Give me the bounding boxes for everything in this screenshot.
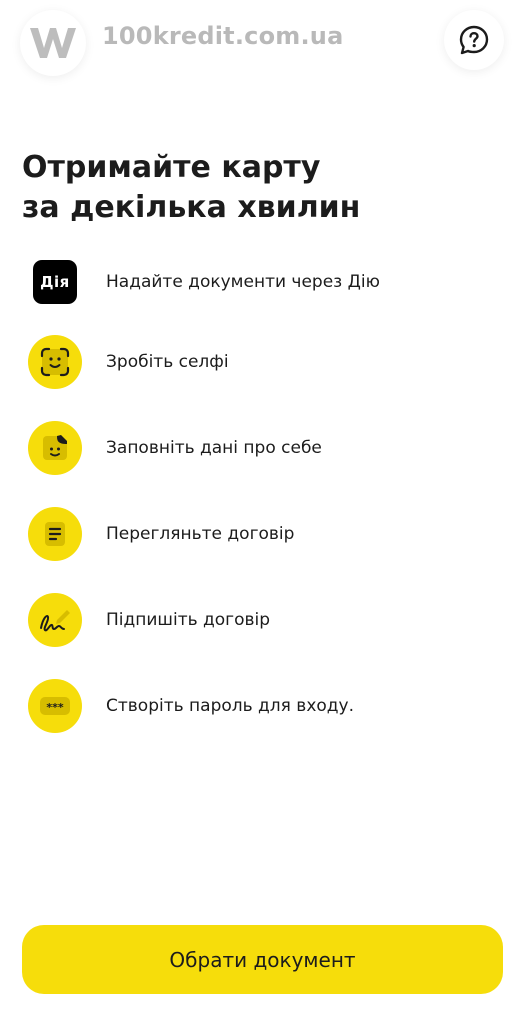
step-label: Створіть пароль для входу. xyxy=(106,696,354,716)
question-chat-icon xyxy=(459,25,489,55)
page-title: Отримайте карту за декілька хвилин xyxy=(22,148,502,228)
step-label: Перегляньте договір xyxy=(106,524,295,544)
step-item-personal-data: Заповніть дані про себе xyxy=(28,421,508,475)
title-line-2: за декілька хвилин xyxy=(22,190,361,225)
choose-document-button[interactable]: Обрати документ xyxy=(22,925,503,994)
w-logo-icon xyxy=(30,28,76,58)
step-item-sign-contract: Підпишіть договір xyxy=(28,593,508,647)
title-line-1: Отримайте карту xyxy=(22,150,321,185)
diia-icon-text: Дія xyxy=(33,260,77,304)
step-item-review-contract: Перегляньте договір xyxy=(28,507,508,561)
step-item-selfie: Зробіть селфі xyxy=(28,335,508,389)
signature-icon xyxy=(28,593,82,647)
password-icon: *** xyxy=(28,679,82,733)
step-item-create-password: *** Створіть пароль для входу. xyxy=(28,679,508,733)
watermark-text: 100kredit.com.ua xyxy=(102,22,344,50)
step-item-diia: Дія Надайте документи через Дію xyxy=(28,255,508,309)
logo xyxy=(20,10,86,76)
profile-face-icon xyxy=(28,421,82,475)
face-scan-icon xyxy=(28,335,82,389)
step-label: Надайте документи через Дію xyxy=(106,272,380,292)
step-label: Зробіть селфі xyxy=(106,352,229,372)
step-label: Підпишіть договір xyxy=(106,610,271,630)
help-button[interactable] xyxy=(444,10,504,70)
top-bar: 100kredit.com.ua xyxy=(0,0,525,100)
step-label: Заповніть дані про себе xyxy=(106,438,322,458)
svg-text:***: *** xyxy=(46,701,64,714)
diia-icon: Дія xyxy=(28,255,82,309)
document-icon xyxy=(28,507,82,561)
